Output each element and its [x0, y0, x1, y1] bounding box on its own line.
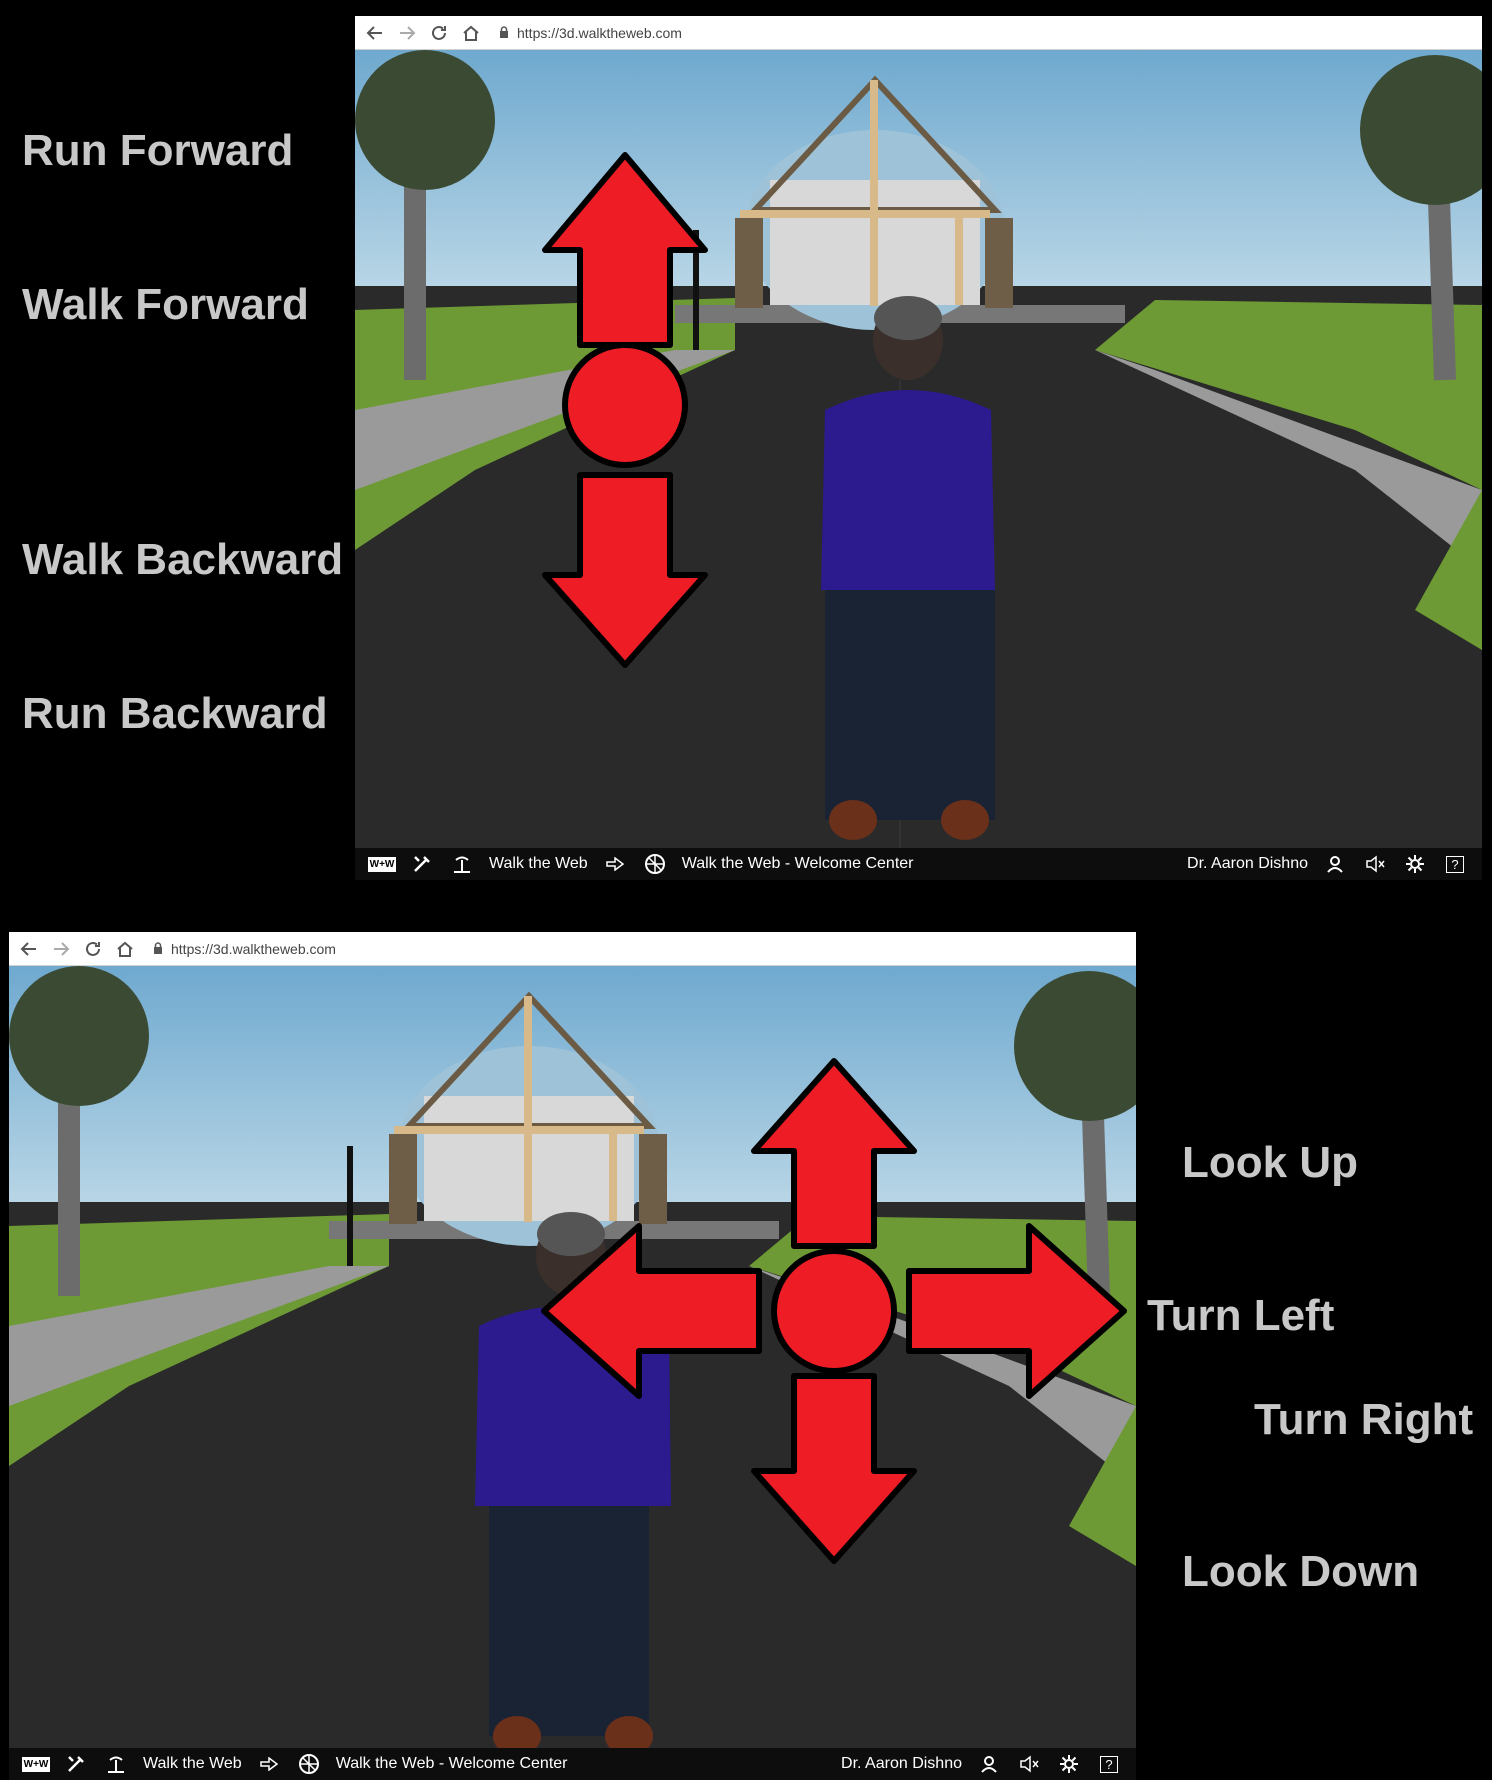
label-run-backward: Run Backward [22, 689, 328, 738]
settings-icon[interactable] [1056, 1751, 1082, 1777]
movement-controls [542, 152, 708, 668]
browser-toolbar: https://3d.walktheweb.com [9, 932, 1136, 966]
user-icon[interactable] [1322, 851, 1348, 877]
look-controls [541, 1058, 1127, 1564]
url-text: https://3d.walktheweb.com [171, 940, 336, 957]
arrow-right-icon [256, 1751, 282, 1777]
label-look-down: Look Down [1182, 1547, 1420, 1596]
run-backward-arrow [542, 472, 708, 668]
help-icon[interactable]: ? [1096, 1751, 1122, 1777]
home-icon[interactable] [113, 937, 137, 961]
walktheweb-logo-icon[interactable]: W+W [21, 1751, 51, 1777]
label-walk-backward: Walk Backward [22, 535, 344, 584]
wrench-icon[interactable] [409, 851, 435, 877]
reload-icon[interactable] [81, 937, 105, 961]
address-bar[interactable]: https://3d.walktheweb.com [499, 25, 682, 41]
arrow-right-icon [602, 851, 628, 877]
label-walk-forward: Walk Forward [22, 280, 309, 329]
community-link[interactable]: Walk the Web [143, 1755, 242, 1773]
mute-icon[interactable] [1016, 1751, 1042, 1777]
turn-right-arrow [906, 1223, 1127, 1399]
forward-arrow-icon[interactable] [395, 21, 419, 45]
user-name[interactable]: Dr. Aaron Dishno [841, 1755, 962, 1773]
reload-icon[interactable] [427, 21, 451, 45]
label-look-up: Look Up [1182, 1138, 1358, 1187]
user-icon[interactable] [976, 1751, 1002, 1777]
label-turn-left: Turn Left [1147, 1291, 1335, 1340]
lock-icon [153, 941, 163, 957]
walk-center-circle [562, 342, 688, 468]
mute-icon[interactable] [1362, 851, 1388, 877]
label-run-forward: Run Forward [22, 126, 294, 175]
screenshot-top: https://3d.walktheweb.com W+W Walk the W… [355, 16, 1482, 880]
taskbar: W+W Walk the Web Walk the Web - Welcome … [355, 848, 1482, 880]
3d-scene[interactable] [9, 966, 1136, 1748]
3d-scene[interactable] [355, 50, 1482, 848]
community-link[interactable]: Walk the Web [489, 855, 588, 873]
screenshot-bottom: https://3d.walktheweb.com W+W Walk the W… [9, 932, 1136, 1780]
browser-toolbar: https://3d.walktheweb.com [355, 16, 1482, 50]
user-name[interactable]: Dr. Aaron Dishno [1187, 855, 1308, 873]
look-down-arrow [751, 1373, 917, 1564]
help-icon[interactable]: ? [1442, 851, 1468, 877]
home-icon[interactable] [459, 21, 483, 45]
lock-icon [499, 25, 509, 41]
address-bar[interactable]: https://3d.walktheweb.com [153, 941, 336, 957]
globe-building-icon[interactable] [296, 1751, 322, 1777]
taskbar: W+W Walk the Web Walk the Web - Welcome … [9, 1748, 1136, 1780]
back-arrow-icon[interactable] [363, 21, 387, 45]
island-icon[interactable] [103, 1751, 129, 1777]
url-text: https://3d.walktheweb.com [517, 24, 682, 41]
label-turn-right: Turn Right [1254, 1395, 1474, 1444]
look-up-arrow [751, 1058, 917, 1249]
building-link[interactable]: Walk the Web - Welcome Center [682, 855, 914, 873]
turn-left-arrow [541, 1223, 762, 1399]
look-center-circle [771, 1248, 897, 1374]
wrench-icon[interactable] [63, 1751, 89, 1777]
island-icon[interactable] [449, 851, 475, 877]
run-forward-arrow [542, 152, 708, 348]
settings-icon[interactable] [1402, 851, 1428, 877]
walktheweb-logo-icon[interactable]: W+W [367, 851, 397, 877]
forward-arrow-icon[interactable] [49, 937, 73, 961]
building-link[interactable]: Walk the Web - Welcome Center [336, 1755, 568, 1773]
globe-building-icon[interactable] [642, 851, 668, 877]
back-arrow-icon[interactable] [17, 937, 41, 961]
